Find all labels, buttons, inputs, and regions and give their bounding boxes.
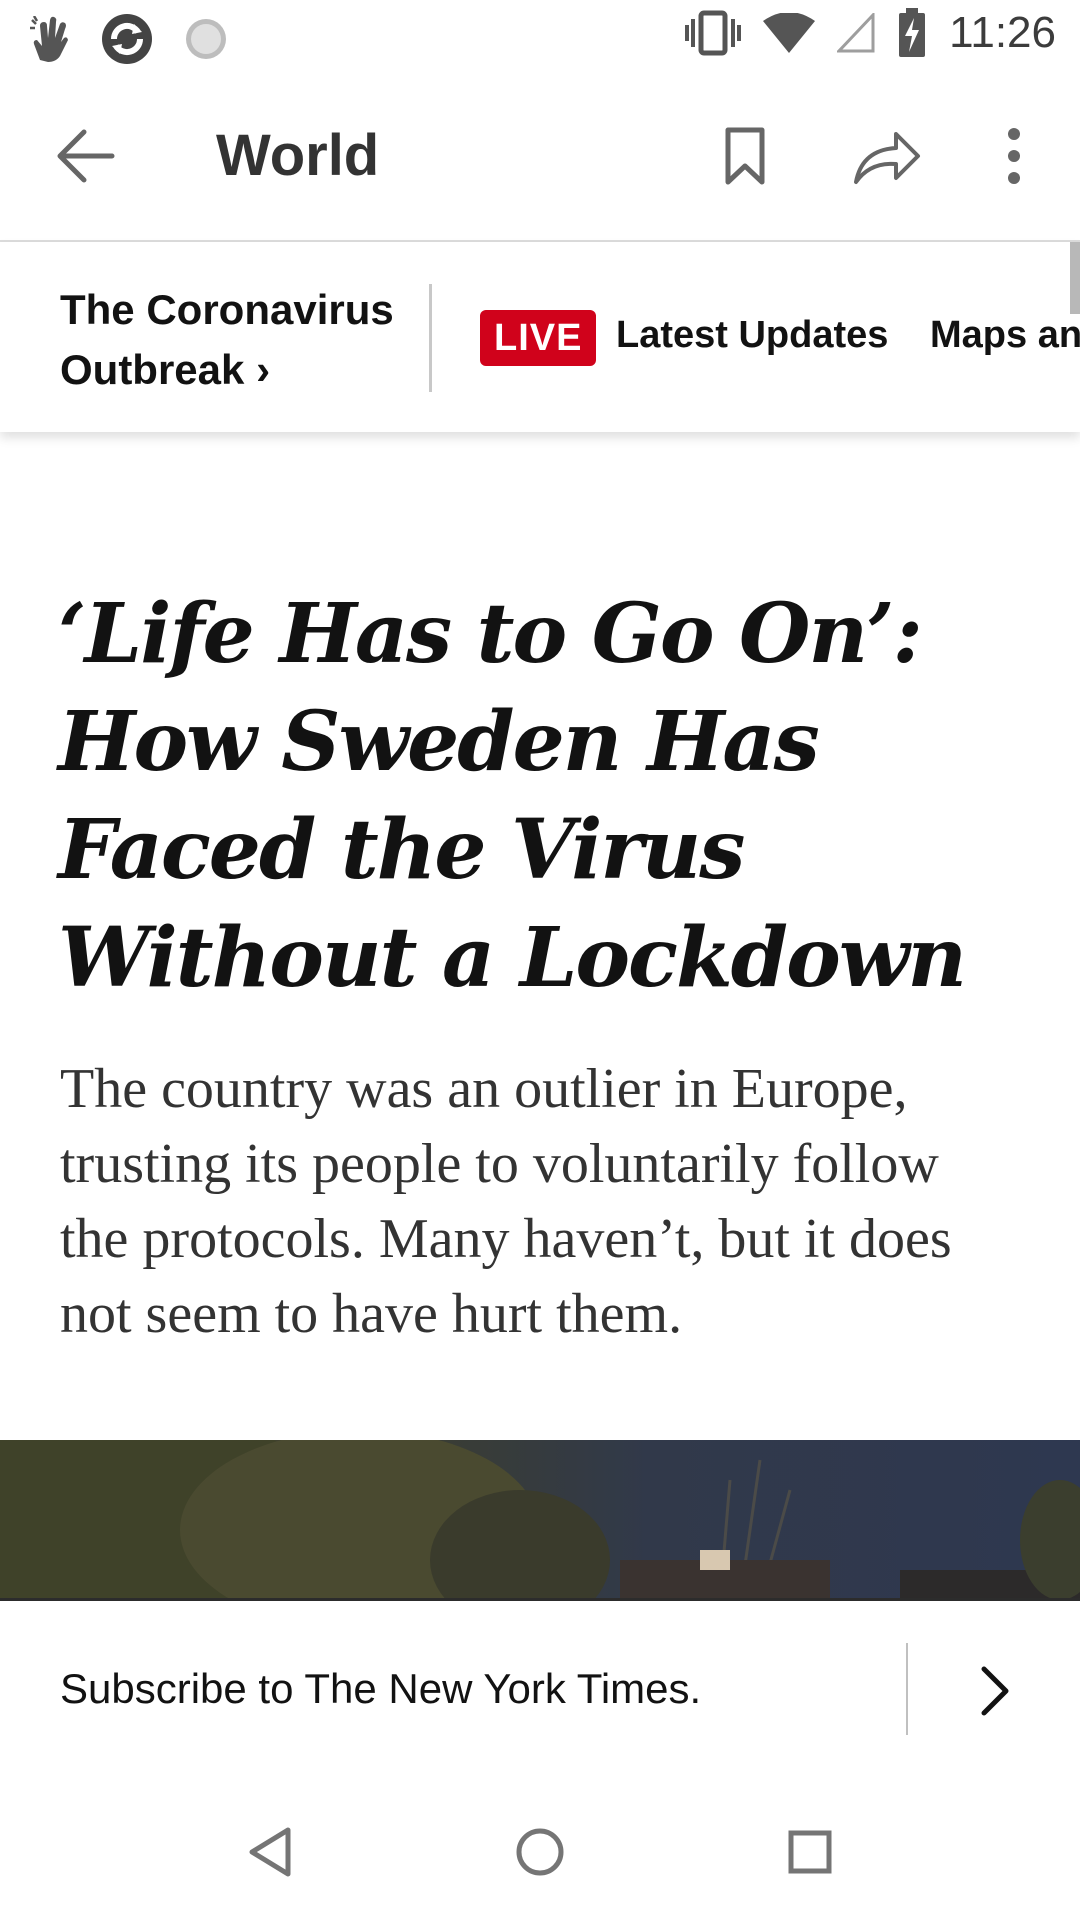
live-badge[interactable]: LIVE [480,310,597,366]
divider [906,1643,908,1735]
story-topic-bar: The Coronavirus Outbreak › LIVE Latest U… [0,242,1080,432]
chevron-right-icon[interactable] [970,1663,1020,1719]
wifi-icon [763,13,816,53]
maps-link[interactable]: Maps and [930,314,1080,357]
status-bar: 11:26 [0,0,1080,72]
subscribe-text: Subscribe to The New York Times. [60,1665,702,1712]
signal-icon [837,13,875,53]
back-arrow-icon[interactable] [52,124,122,188]
system-nav-bar [0,1780,1080,1920]
sync-icon [102,14,152,64]
article-hero-image [0,1440,1080,1600]
status-right-icons: 11:26 [685,8,1056,58]
status-left-icons [30,12,228,66]
share-icon[interactable] [852,128,922,188]
recents-square-icon[interactable] [780,1822,840,1882]
chevron-right-icon: › [256,346,271,393]
latest-updates-link[interactable]: Latest Updates [616,314,888,357]
article-headline: ‘Life Has to Go On’: How Sweden Has Face… [58,586,967,1006]
vibrate-icon [685,10,742,56]
divider [429,284,432,392]
story-topic-link[interactable]: The Coronavirus Outbreak › [60,280,400,400]
hand-icon [30,16,68,62]
status-time: 11:26 [949,8,1056,57]
section-title: World [216,123,380,188]
back-triangle-icon[interactable] [242,1822,302,1882]
app-bar: World [0,72,1080,242]
story-topic-label: The Coronavirus Outbreak [60,286,394,393]
bookmark-icon[interactable] [720,124,770,188]
article-summary: The country was an outlier in Europe, tr… [60,1058,952,1345]
horizontal-scroll-indicator [1070,242,1080,314]
hero-image-scene [0,1440,1080,1600]
more-vert-icon[interactable] [996,124,1032,188]
home-circle-icon[interactable] [510,1822,570,1882]
subscribe-banner[interactable]: Subscribe to The New York Times. [0,1598,1080,1783]
loading-icon [186,19,226,59]
battery-charging-icon [899,8,926,57]
